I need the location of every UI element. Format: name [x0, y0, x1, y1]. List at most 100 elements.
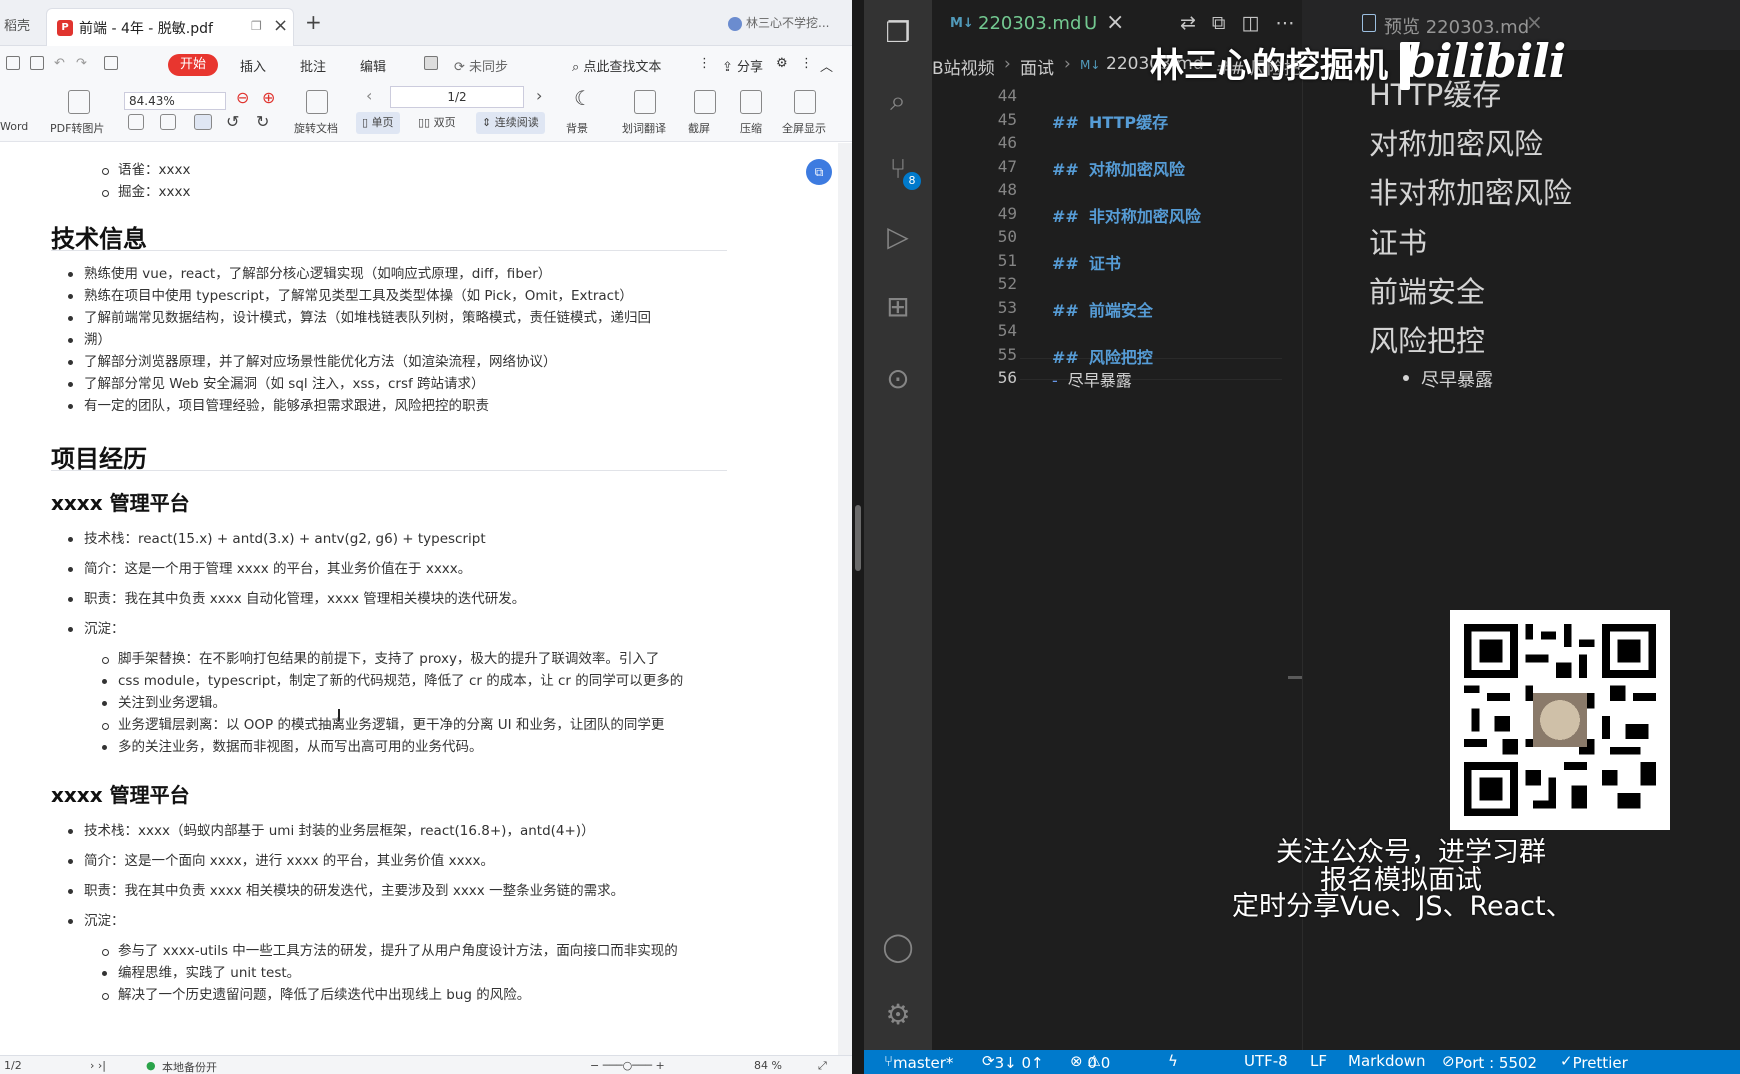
status-backup[interactable]: 本地备份开	[162, 1059, 217, 1074]
menu-insert[interactable]: 插入	[240, 56, 266, 75]
compress-button[interactable]: 压缩	[740, 120, 762, 136]
live-server-port[interactable]: ⊘ Port : 5502	[1442, 1052, 1537, 1072]
pdf-scrollbar[interactable]	[838, 143, 852, 1055]
breadcrumb-separator: ›	[1064, 54, 1071, 74]
menu-edit[interactable]: 编辑	[360, 56, 386, 75]
qr-code-image	[1464, 624, 1656, 816]
breadcrumb-item[interactable]: 面试	[1020, 54, 1054, 79]
close-tab-icon[interactable]: ×	[1106, 10, 1124, 35]
print-icon[interactable]	[30, 56, 44, 70]
sync-indicator[interactable]: ⟳ 3↓ 0↑	[982, 1052, 1044, 1072]
problems-indicator[interactable]: ⊗ 0 ⚠ 0	[1070, 1052, 1110, 1072]
line-number: 46	[997, 133, 1017, 152]
menu-start[interactable]: 开始	[168, 54, 218, 76]
settings-gear-icon[interactable]: ⚙	[879, 996, 917, 1034]
more-vertical-icon[interactable]: ⋮	[698, 56, 711, 71]
eol-indicator[interactable]: LF	[1310, 1052, 1327, 1070]
branch-indicator[interactable]: ⑂ master*	[884, 1052, 953, 1072]
pdf-page: 语雀：xxxx 掘金：xxxx 技术信息 熟练使用 vue，react，了解部分…	[5, 143, 837, 1055]
list-item: 职责：我在其中负责 xxxx 相关模块的研发迭代，主要涉及到 xxxx 一整条业…	[67, 880, 624, 902]
app-home-tab[interactable]: 稻壳	[4, 15, 30, 34]
page-view-icon[interactable]	[194, 114, 212, 130]
rotate-left-icon[interactable]: ↺	[226, 112, 239, 131]
list-item: 技术栈：xxxx（蚂蚁内部基于 umi 封装的业务层框架，react(16.8+…	[68, 820, 595, 842]
status-page[interactable]: 1/2	[4, 1059, 22, 1072]
status-next-icon[interactable]: › ›|	[90, 1059, 106, 1072]
fullscreen-button[interactable]: 全屏显示	[782, 120, 826, 136]
zoom-out-icon[interactable]: ⊖	[236, 88, 249, 107]
find-text[interactable]: ⌕ 点此查找文本	[572, 56, 661, 75]
collapse-ribbon-icon[interactable]: ︿	[820, 56, 833, 75]
double-page-button[interactable]: ▯▯ 双页	[412, 112, 462, 134]
zoom-slider[interactable]: − ───○─── +	[590, 1059, 665, 1072]
screenshot-button[interactable]: 截屏	[688, 120, 710, 136]
document-tab[interactable]: P 前端 - 4年 - 脱敏.pdf ❐ ×	[46, 8, 294, 46]
background-button[interactable]: 背景	[566, 120, 588, 136]
explorer-icon[interactable]: ❐	[879, 14, 917, 52]
editor-actions[interactable]: ⇄⧉◫⋯	[1180, 12, 1310, 34]
more-icon[interactable]: ⋮	[800, 56, 813, 71]
list-item: 语雀：xxxx	[101, 159, 190, 181]
menu-more-icon[interactable]	[424, 56, 438, 70]
search-icon[interactable]: ⌕	[879, 82, 917, 120]
splitter-grip[interactable]	[855, 505, 861, 571]
heading-marker: ##	[1052, 112, 1079, 132]
account-icon[interactable]: ◯	[879, 928, 917, 966]
code-line-heading[interactable]: ## 非对称加密风险	[1052, 203, 1201, 227]
pdf-to-image-button[interactable]: PDF转图片	[50, 120, 104, 136]
redo-icon[interactable]: ↷	[76, 56, 87, 71]
settings-icon[interactable]: ⚙	[776, 56, 788, 71]
extensions-icon[interactable]: ⊞	[879, 288, 917, 326]
sync-status-label: 未同步	[469, 60, 509, 75]
share-button[interactable]: ⇪ 分享	[722, 56, 763, 75]
user-account[interactable]: 林三心不学挖...	[728, 14, 829, 31]
branch-name: master*	[893, 1054, 954, 1072]
line-number: 44	[997, 86, 1017, 105]
single-page-button[interactable]: ▯ 单页	[356, 112, 400, 134]
language-indicator[interactable]: Markdown	[1348, 1052, 1425, 1070]
code-line-heading[interactable]: ## 证书	[1052, 250, 1121, 274]
rotate-right-icon[interactable]: ↻	[256, 112, 269, 131]
pdf-status-bar: 1/2 › ›| ● 本地备份开 − ───○─── + 84 % ⤢	[0, 1055, 852, 1074]
undo-icon[interactable]: ↶	[54, 56, 65, 71]
translate-button[interactable]: 划词翻译	[622, 120, 666, 136]
to-word-button[interactable]: Word	[0, 120, 28, 133]
pdf-file-icon: P	[57, 20, 73, 36]
save-icon[interactable]	[6, 56, 20, 70]
code-line-list-item[interactable]: - 尽早暴露	[1052, 367, 1132, 391]
code-line-heading[interactable]: ## HTTP缓存	[1052, 109, 1168, 133]
window-restore-icon[interactable]: ❐	[251, 19, 262, 33]
breadcrumb-item[interactable]: B站视频	[932, 54, 995, 79]
continuous-read-button[interactable]: ⇕ 连续阅读	[476, 112, 545, 134]
export-icon[interactable]	[104, 56, 118, 70]
sync-status[interactable]: ⟳ 未同步	[454, 56, 508, 75]
expand-icon[interactable]: ⤢	[818, 1059, 827, 1073]
new-tab-icon[interactable]: +	[305, 10, 322, 34]
window-splitter[interactable]	[852, 0, 864, 1074]
lightning-icon[interactable]: ϟ	[1168, 1052, 1178, 1070]
page-number-input[interactable]: 1/2	[390, 86, 524, 108]
close-tab-icon[interactable]: ×	[273, 15, 288, 36]
prev-page-icon[interactable]: ‹	[366, 86, 372, 105]
select-icon[interactable]	[160, 114, 176, 130]
qr-code	[1450, 610, 1670, 830]
code-line-heading[interactable]: ## 对称加密风险	[1052, 156, 1185, 180]
code-line-heading[interactable]: ## 前端安全	[1052, 297, 1153, 321]
line-number: 45	[997, 109, 1017, 129]
encoding-indicator[interactable]: UTF-8	[1244, 1052, 1288, 1070]
zoom-in-icon[interactable]: ⊕	[262, 88, 275, 107]
prettier-indicator[interactable]: ✓ Prettier	[1560, 1052, 1628, 1072]
floating-tool-icon[interactable]: ⧉	[806, 159, 832, 185]
next-page-icon[interactable]: ›	[536, 86, 542, 105]
menu-annotate[interactable]: 批注	[300, 56, 326, 75]
close-preview-icon[interactable]: ×	[1526, 10, 1543, 34]
zoom-select[interactable]: 84.43%	[124, 92, 226, 110]
status-zoom[interactable]: 84 %	[754, 1059, 782, 1072]
run-debug-icon[interactable]: ▷	[879, 218, 917, 256]
source-control-icon[interactable]: ⑂ 8	[879, 150, 921, 190]
fit-icon[interactable]	[128, 114, 144, 130]
git-graph-icon[interactable]: ⊙	[879, 360, 917, 398]
line-number: 48	[997, 180, 1017, 199]
rotate-doc-button[interactable]: 旋转文档	[294, 120, 338, 136]
code-line-heading[interactable]: ## 风险把控	[1052, 344, 1153, 368]
